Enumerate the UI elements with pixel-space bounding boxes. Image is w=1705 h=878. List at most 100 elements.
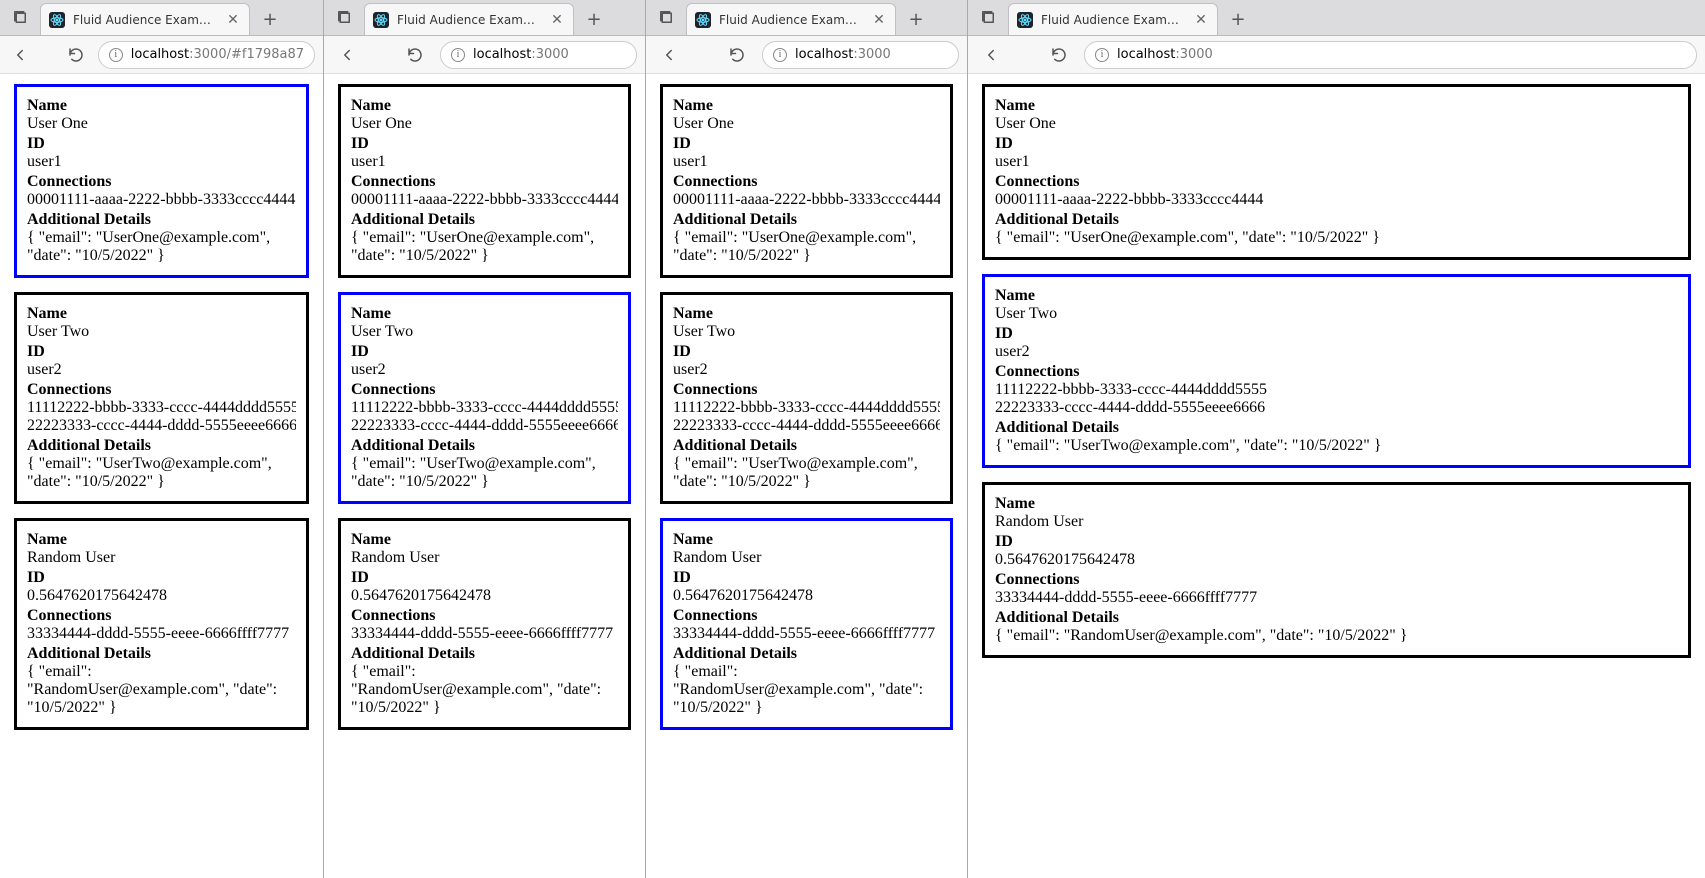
react-favicon-icon	[695, 12, 711, 28]
label-name: Name	[27, 305, 296, 323]
browser-window-1: Fluid Audience Example✕+ilocalhost:3000N…	[324, 0, 646, 878]
value-name: User Two	[673, 323, 940, 341]
browser-tab[interactable]: Fluid Audience Example✕	[364, 3, 574, 35]
value-name: User One	[995, 115, 1678, 133]
page-content: NameUser OneIDuser1Connections00001111-a…	[646, 74, 967, 878]
new-tab-button[interactable]: +	[580, 5, 608, 33]
site-info-icon[interactable]: i	[1095, 48, 1109, 62]
tab-strip: Fluid Audience Example ✕ +	[968, 0, 1705, 36]
url-host: localhost	[473, 47, 531, 62]
value-name: User One	[351, 115, 618, 133]
restore-window-icon[interactable]	[8, 5, 32, 29]
url-port: :3000	[189, 47, 226, 62]
label-id: ID	[995, 135, 1678, 153]
connections-list: 33334444-dddd-5555-eeee-6666ffff7777	[351, 625, 618, 643]
browser-tab[interactable]: Fluid Audience Example ✕	[40, 3, 250, 35]
user-card: NameUser OneIDuser1Connections00001111-a…	[660, 84, 953, 278]
browser-window-0: Fluid Audience Example✕+ilocalhost:3000/…	[0, 0, 324, 878]
restore-window-icon[interactable]	[332, 5, 356, 29]
user-card: NameUser TwoIDuser2Connections11112222-b…	[14, 292, 309, 504]
value-details: { "email": "RandomUser@example.com", "da…	[27, 663, 296, 717]
back-button[interactable]	[654, 40, 684, 70]
connections-list: 00001111-aaaa-2222-bbbb-3333cccc4444	[673, 191, 940, 209]
connection-id: 00001111-aaaa-2222-bbbb-3333cccc4444	[351, 191, 618, 209]
tab-strip: Fluid Audience Example ✕ +	[646, 0, 967, 36]
close-tab-icon[interactable]: ✕	[549, 12, 565, 28]
label-details: Additional Details	[27, 437, 296, 455]
label-id: ID	[27, 569, 296, 587]
label-connections: Connections	[995, 363, 1678, 381]
connection-id: 00001111-aaaa-2222-bbbb-3333cccc4444	[27, 191, 296, 209]
tab-title: Fluid Audience Example	[719, 13, 863, 27]
label-connections: Connections	[351, 173, 618, 191]
value-details: { "email": "UserOne@example.com", "date"…	[995, 229, 1678, 247]
label-name: Name	[673, 305, 940, 323]
address-bar[interactable]: i localhost:3000	[762, 41, 959, 69]
url-port: :3000	[1175, 47, 1212, 62]
user-card: NameRandom UserID0.5647620175642478Conne…	[14, 518, 309, 730]
label-name: Name	[351, 305, 618, 323]
label-id: ID	[995, 325, 1678, 343]
value-id: user2	[351, 361, 618, 379]
value-id: 0.5647620175642478	[673, 587, 940, 605]
back-button[interactable]	[8, 40, 32, 70]
close-tab-icon[interactable]: ✕	[225, 12, 241, 28]
url-port: :3000	[853, 47, 890, 62]
connections-list: 33334444-dddd-5555-eeee-6666ffff7777	[27, 625, 296, 643]
reload-button[interactable]	[1044, 40, 1074, 70]
tab-title: Fluid Audience Example	[1041, 13, 1185, 27]
tab-title: Fluid Audience Example	[73, 13, 217, 27]
address-bar[interactable]: i localhost:3000	[1084, 41, 1697, 69]
value-details: { "email": "RandomUser@example.com", "da…	[995, 627, 1678, 645]
browser-tab[interactable]: Fluid Audience Example ✕	[1008, 3, 1218, 35]
value-id: 0.5647620175642478	[351, 587, 618, 605]
address-bar[interactable]: ilocalhost:3000/#f1798a87-27c3-4	[98, 41, 315, 69]
connections-list: 33334444-dddd-5555-eeee-6666ffff7777	[673, 625, 940, 643]
user-card: NameUser OneIDuser1Connections00001111-a…	[338, 84, 631, 278]
new-tab-button[interactable]: +	[902, 5, 930, 33]
label-connections: Connections	[27, 381, 296, 399]
user-card: NameRandom UserID0.5647620175642478Conne…	[338, 518, 631, 730]
reload-button[interactable]	[722, 40, 752, 70]
label-details: Additional Details	[673, 437, 940, 455]
browser-toolbar: ilocalhost:3000	[324, 36, 645, 74]
back-button[interactable]	[976, 40, 1006, 70]
connections-list: 00001111-aaaa-2222-bbbb-3333cccc4444	[995, 191, 1678, 209]
browser-window-2: Fluid Audience Example ✕ + i localhost:3000 N…	[646, 0, 968, 878]
close-tab-icon[interactable]: ✕	[871, 12, 887, 28]
url-text: localhost:3000	[1117, 47, 1213, 62]
label-connections: Connections	[995, 571, 1678, 589]
label-name: Name	[673, 97, 940, 115]
new-tab-button[interactable]: +	[256, 5, 284, 33]
user-card: NameRandom UserID0.5647620175642478Conne…	[660, 518, 953, 730]
connections-list: 11112222-bbbb-3333-cccc-4444dddd55552222…	[995, 381, 1678, 417]
label-id: ID	[351, 343, 618, 361]
label-name: Name	[27, 531, 296, 549]
restore-window-icon[interactable]	[654, 5, 678, 29]
address-bar[interactable]: ilocalhost:3000	[440, 41, 637, 69]
label-details: Additional Details	[27, 211, 296, 229]
url-host: localhost	[131, 47, 189, 62]
url-host: localhost	[795, 47, 853, 62]
reload-button[interactable]	[400, 40, 430, 70]
label-id: ID	[995, 533, 1678, 551]
label-id: ID	[351, 569, 618, 587]
reload-button[interactable]	[64, 40, 88, 70]
value-name: User One	[27, 115, 296, 133]
site-info-icon[interactable]: i	[451, 48, 465, 62]
user-card: NameRandom UserID0.5647620175642478Conne…	[982, 482, 1691, 658]
browser-tab[interactable]: Fluid Audience Example ✕	[686, 3, 896, 35]
site-info-icon[interactable]: i	[109, 48, 123, 62]
label-connections: Connections	[27, 173, 296, 191]
close-tab-icon[interactable]: ✕	[1193, 12, 1209, 28]
site-info-icon[interactable]: i	[773, 48, 787, 62]
back-button[interactable]	[332, 40, 362, 70]
restore-window-icon[interactable]	[976, 5, 1000, 29]
value-id: user2	[27, 361, 296, 379]
connection-id: 22223333-cccc-4444-dddd-5555eeee6666	[673, 417, 940, 435]
connection-id: 22223333-cccc-4444-dddd-5555eeee6666	[27, 417, 296, 435]
connection-id: 11112222-bbbb-3333-cccc-4444dddd5555	[673, 399, 940, 417]
new-tab-button[interactable]: +	[1224, 5, 1252, 33]
label-name: Name	[27, 97, 296, 115]
connections-list: 33334444-dddd-5555-eeee-6666ffff7777	[995, 589, 1678, 607]
